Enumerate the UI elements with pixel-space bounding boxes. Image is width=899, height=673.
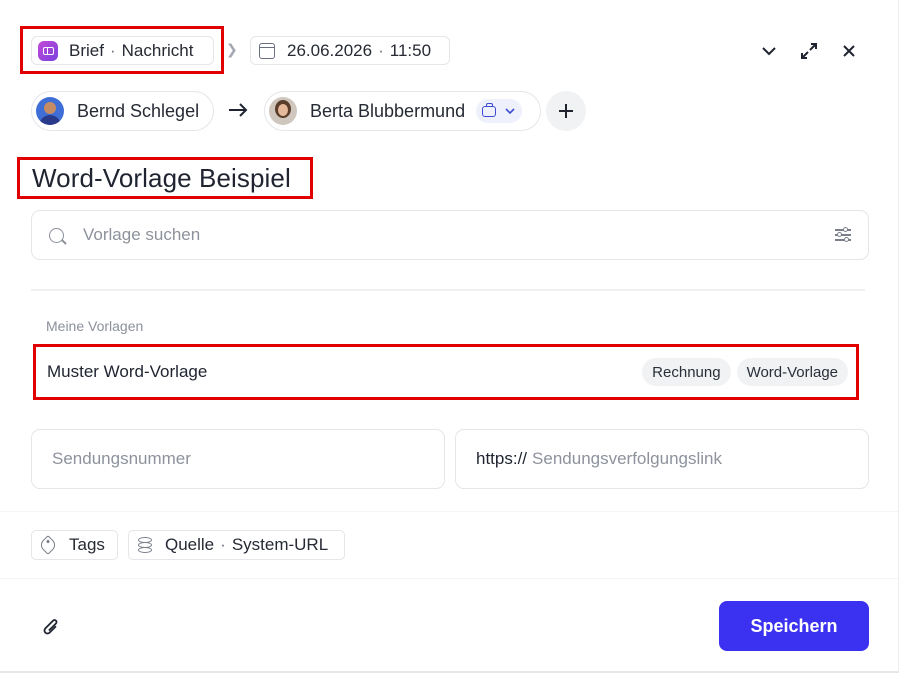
sender-pill[interactable]: Bernd Schlegel [31,91,214,131]
filter-icon[interactable] [835,226,853,243]
date-value: 26.06.2026 [287,40,373,60]
source-label: Quelle [165,535,215,554]
tag-icon [38,535,58,555]
expand-icon[interactable] [796,38,822,64]
template-tag: Rechnung [642,358,731,386]
section-label: Meine Vorlagen [46,318,144,334]
briefcase-icon [482,102,497,117]
tags-button[interactable]: Tags [31,530,118,560]
chevron-down-icon [505,107,515,114]
divider [0,511,899,512]
template-tags: Rechnung Word-Vorlage [642,358,848,386]
search-icon [49,227,64,243]
chevron-down-icon[interactable] [756,38,782,64]
date-separator: · [378,40,384,60]
message-subtype-label: Nachricht [121,40,194,60]
template-search-input[interactable] [83,225,835,245]
letter-icon [38,40,58,61]
template-tag: Word-Vorlage [736,358,848,386]
avatar [36,97,64,125]
message-type-chip[interactable]: Brief · Nachricht [31,36,214,65]
divider [0,578,899,579]
recipient-role-dropdown[interactable] [476,99,523,123]
template-search[interactable] [31,210,869,260]
date-chip[interactable]: 26.06.2026 · 11:50 [250,36,450,65]
template-name: Muster Word-Vorlage [47,362,208,381]
tracking-link-field[interactable]: https:// [455,429,869,489]
shipment-number-input[interactable] [52,449,444,469]
arrow-right-icon [228,98,248,124]
add-participant-button[interactable] [546,91,586,131]
source-separator: · [220,535,226,554]
tags-label: Tags [69,535,105,554]
shipment-number-field[interactable] [31,429,445,489]
recipient-pill[interactable]: Berta Blubbermund [264,91,541,131]
source-value: System-URL [231,535,329,554]
paperclip-icon[interactable] [35,611,66,642]
calendar-icon [259,42,275,59]
time-value: 11:50 [389,40,432,60]
database-icon [138,537,152,553]
plus-icon [559,104,573,118]
close-icon[interactable] [836,38,862,64]
url-prefix: https:// [476,449,528,468]
template-item[interactable]: Muster Word-Vorlage Rechnung Word-Vorlag… [36,347,856,397]
message-dialog: Brief · Nachricht ❯ 26.06.2026 · 11:50 B… [0,0,899,673]
recipient-name: Berta Blubbermund [310,100,466,121]
message-type-label: Brief [69,40,104,60]
tracking-link-input[interactable] [532,449,868,469]
message-type-separator: · [109,40,116,60]
avatar [269,97,297,125]
chevron-right-icon: ❯ [226,41,238,57]
source-button[interactable]: Quelle · System-URL [128,530,345,560]
page-title[interactable]: Word-Vorlage Beispiel [32,163,291,194]
divider [31,289,865,291]
save-button[interactable]: Speichern [719,601,869,651]
sender-name: Bernd Schlegel [77,100,200,121]
